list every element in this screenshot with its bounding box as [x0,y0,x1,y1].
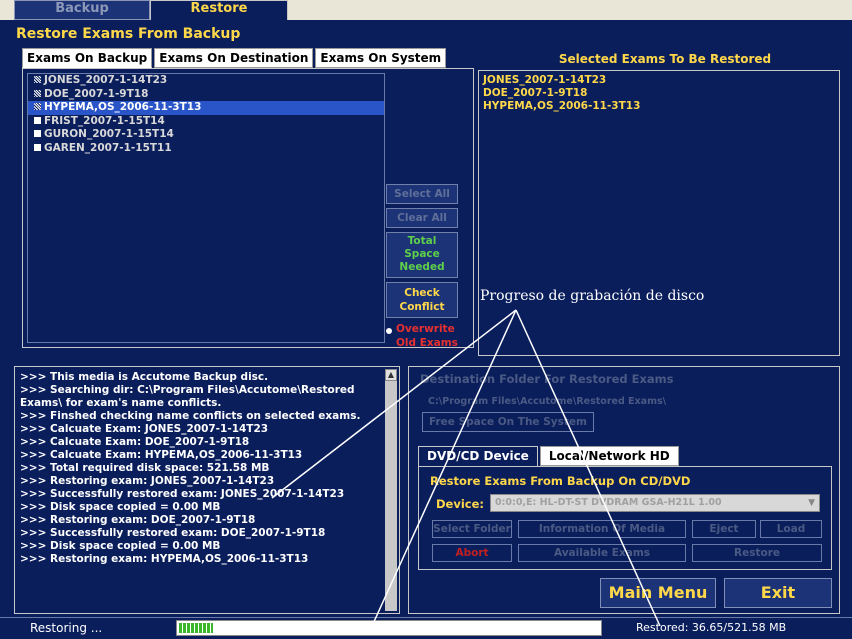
log-line: >>> Successfully restored exam: JONES_20… [20,488,345,500]
exam-label: GURON_2007-1-15T14 [44,128,174,140]
total-space-label-2: Space [404,248,440,260]
selected-exams-list[interactable]: JONES_2007-1-14T23 DOE_2007-1-9T18 HYPEMA,… [478,70,840,356]
restored-amount: Restored: 36.65/521.58 MB [636,621,787,634]
overwrite-label: Overwrite Old Exams [386,322,474,350]
log-line: >>> Calcuate Exam: HYPEMA,OS_2006-11-3T1… [20,449,303,461]
exam-list-item[interactable]: JONES_2007-1-14T23 [28,74,384,88]
section-title: Restore Exams From Backup [16,26,241,42]
exam-list-item[interactable]: FRIST_2007-1-15T14 [28,115,384,129]
select-all-button[interactable]: Select All [386,184,458,204]
device-select-value: 0:0:0,E: HL-DT-ST DVDRAM GSA-H21L 1.00 [495,497,722,508]
log-line: >>> Restoring exam: JONES_2007-1-14T23 [20,475,275,487]
top-tab-bar: Backup Restore [0,0,852,20]
checked-box-icon[interactable] [34,89,41,97]
exam-label: FRIST_2007-1-15T14 [44,114,165,127]
log-line: >>> Total required disk space: 521.58 MB [20,462,270,474]
checkbox-icon[interactable] [34,130,41,137]
tab-restore[interactable]: Restore [150,0,288,20]
overwrite-old-exams-option[interactable]: Overwrite Old Exams [386,322,474,350]
checkbox-icon[interactable] [34,116,41,124]
tab-local-network-hd[interactable]: Local/Network HD [539,446,679,466]
log-line: >>> Finshed checking name conflicts on s… [20,410,361,422]
chevron-down-icon[interactable]: ▼ [808,495,815,511]
exam-label: JONES_2007-1-14T23 [44,74,168,86]
exam-list-item[interactable]: GAREN_2007-1-15T11 [28,142,384,156]
restore-from-cd-title: Restore Exams From Backup On CD/DVD [430,474,691,488]
annotation-label: Progreso de grabación de disco [480,288,705,304]
load-button[interactable]: Load [760,520,822,538]
exam-list-item[interactable]: HYPEMA,OS_2006-11-3T13 [28,101,384,115]
checkbox-icon[interactable] [34,143,41,151]
exam-tab-bar: Exams On Backup Exams On Destination Exa… [22,48,447,68]
log-line: >>> Restoring exam: HYPEMA,OS_2006-11-3T… [20,553,309,565]
eject-button[interactable]: Eject [692,520,756,538]
total-space-label-1: Total [407,235,437,247]
destination-folder-title: Destination Folder For Restored Exams [420,372,674,386]
scroll-up-icon[interactable]: ▲ [385,369,397,381]
restore-button[interactable]: Restore [692,544,822,562]
tab-exams-on-destination[interactable]: Exams On Destination [154,48,314,68]
exam-list-item[interactable]: DOE_2007-1-9T18 [28,88,384,102]
select-folder-button[interactable]: Select Folder [432,520,512,538]
selected-exam-item[interactable]: JONES_2007-1-14T23 [483,74,835,87]
total-space-needed-button[interactable]: Total Space Needed [386,232,458,278]
exam-list-item[interactable]: GURON_2007-1-15T14 [28,128,384,142]
selected-exam-item[interactable]: DOE_2007-1-9T18 [483,87,835,100]
log-line: Exams\ for exam's name conflicts. [20,397,222,409]
status-text: Restoring ... [30,621,103,635]
overwrite-radio[interactable] [386,328,392,334]
log-line: >>> Calcuate Exam: DOE_2007-1-9T18 [20,436,250,448]
main-menu-button[interactable]: Main Menu [600,578,716,608]
overwrite-label-1: Overwrite [396,323,455,335]
exam-label: HYPEMA,OS_2006-11-3T13 [44,101,202,113]
check-conflict-label-2: Conflict [399,301,445,313]
log-line: >>> Calcuate Exam: JONES_2007-1-14T23 [20,423,269,435]
tab-exams-on-system[interactable]: Exams On System [315,48,447,68]
check-conflict-label-1: Check [404,287,440,299]
check-conflict-button[interactable]: Check Conflict [386,282,458,318]
tab-dvd-cd-device[interactable]: DVD/CD Device [418,446,538,466]
exam-label: GAREN_2007-1-15T11 [44,141,172,154]
checked-box-icon[interactable] [34,76,41,83]
log-line: >>> This media is Accutome Backup disc. [20,371,269,383]
available-exams-button[interactable]: Available Exams [518,544,686,562]
device-label: Device: [436,497,484,511]
log-lines: >>> This media is Accutome Backup disc. >… [20,371,394,566]
log-line: >>> Restoring exam: DOE_2007-1-9T18 [20,514,256,526]
exit-button[interactable]: Exit [724,578,832,608]
device-select[interactable]: 0:0:0,E: HL-DT-ST DVDRAM GSA-H21L 1.00 ▼ [490,494,820,512]
log-line: >>> Disk space copied = 0.00 MB [20,540,221,552]
selected-exam-item[interactable]: HYPEMA,OS_2006-11-3T13 [483,100,835,113]
destination-path: C:\Program Files\Accutome\Restored Exams… [428,396,667,407]
free-space-button[interactable]: Free Space On The System [422,412,594,432]
clear-all-button[interactable]: Clear All [386,208,458,228]
tab-backup[interactable]: Backup [14,0,150,20]
device-tab-bar: DVD/CD Device Local/Network HD [418,446,679,466]
exam-label: DOE_2007-1-9T18 [44,87,149,100]
overwrite-label-2: Old Exams [396,337,458,349]
total-space-label-3: Needed [399,261,445,273]
log-line: >>> Disk space copied = 0.00 MB [20,501,221,513]
tab-exams-on-backup[interactable]: Exams On Backup [22,48,153,68]
progress-bar [176,620,602,636]
exam-list[interactable]: JONES_2007-1-14T23 DOE_2007-1-9T18 HYPEMA,… [27,73,385,343]
log-line: >>> Searching dir: C:\Program Files\Accu… [20,384,355,396]
selected-exams-title: Selected Exams To Be Restored [558,52,772,66]
checked-box-icon[interactable] [34,103,41,110]
progress-fill [179,623,213,633]
information-of-media-button[interactable]: Information Of Media [518,520,686,538]
log-panel[interactable]: >>> This media is Accutome Backup disc. >… [14,366,400,614]
log-line: >>> Successfully restored exam: DOE_2007… [20,527,326,539]
log-scrollbar[interactable]: ▲ [385,369,397,611]
abort-button[interactable]: Abort [432,544,512,562]
